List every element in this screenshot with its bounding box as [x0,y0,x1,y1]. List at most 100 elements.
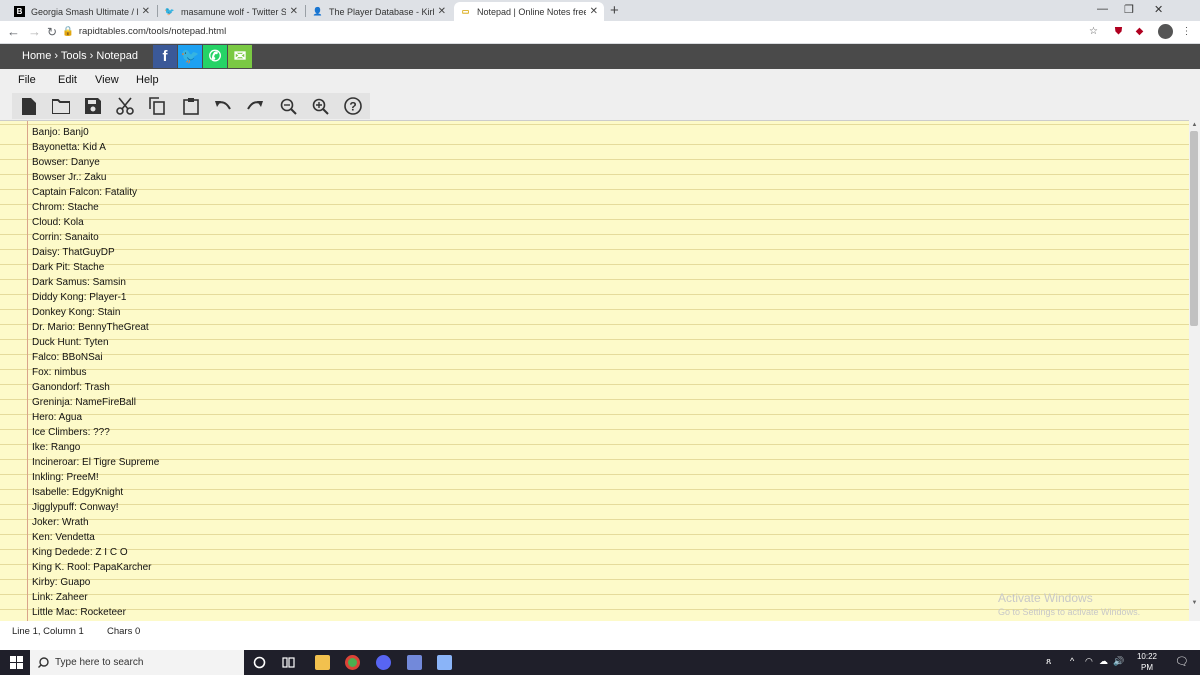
editor-line: King Dedede: Z I C O [32,547,128,558]
editor-line: Bowser: Danye [32,157,100,168]
editor-line: Greninja: NameFireBall [32,397,136,408]
lock-icon: 🔒 [62,26,74,37]
scroll-up-arrow-icon[interactable]: ▲ [1190,122,1199,128]
back-arrow-icon[interactable]: ← [7,25,20,39]
discord-icon[interactable] [407,655,422,670]
new-tab-button[interactable]: + [610,2,619,19]
twitter-share-icon[interactable]: 🐦 [178,45,202,68]
editor-line: King K. Rool: PapaKarcher [32,562,152,573]
window-close-button[interactable]: ✕ [1154,3,1163,16]
editor-line: Corrin: Sanaito [32,232,99,243]
editor-line: Falco: BBoNSai [32,352,103,363]
volume-icon[interactable]: 🔊 [1113,656,1124,667]
windows-taskbar: Type here to search ጸ ^ ◠ ☁ 🔊 10:22 PM 1… [0,650,1200,683]
paste-icon[interactable] [180,96,202,116]
menu-help[interactable]: Help [136,74,159,86]
editor-line: Ike: Rango [32,442,81,453]
watermark-title: Activate Windows [998,591,1093,605]
editor-line: Dark Pit: Stache [32,262,105,273]
taskbar-search[interactable]: Type here to search [30,650,244,675]
copy-icon[interactable] [146,96,168,116]
close-tab-icon[interactable]: ✕ [290,6,298,17]
editor-line: Isabelle: EdgyKnight [32,487,124,498]
menu-view[interactable]: View [95,74,119,86]
taskbar-clock[interactable]: 10:22 PM 1/2/2020 [1130,651,1164,684]
editor-line: Incineroar: El Tigre Supreme [32,457,160,468]
new-file-icon[interactable] [18,96,40,116]
editor-line: Ken: Vendetta [32,532,95,543]
save-icon[interactable] [82,96,104,116]
bracket-favicon-icon: B [14,6,25,17]
tab-title: Notepad | Online Notes free, no [477,6,586,17]
editor-line: Joker: Wrath [32,517,89,528]
svg-text:?: ? [349,100,356,114]
email-share-icon[interactable]: ✉ [228,45,252,68]
person-favicon-icon: 👤 [312,7,323,16]
network-icon[interactable]: ◠ [1085,656,1093,667]
restore-button[interactable]: ❐ [1124,3,1134,16]
url-field[interactable]: 🔒 rapidtables.com/tools/notepad.html [62,26,226,37]
chrome-icon[interactable] [345,655,360,670]
scroll-down-arrow-icon[interactable]: ▼ [1190,600,1199,606]
zoom-out-icon[interactable] [277,96,299,116]
editor-line: Little Mac: Rocketeer [32,607,126,618]
notes-app-icon[interactable] [437,655,452,670]
profile-avatar[interactable] [1158,24,1173,39]
search-placeholder: Type here to search [55,657,144,668]
cortana-icon[interactable] [253,656,266,669]
bookmark-star-icon[interactable]: ☆ [1087,25,1100,39]
extension-icon[interactable]: ◆ [1133,25,1146,39]
scrollbar-thumb[interactable] [1190,131,1198,326]
file-explorer-icon[interactable] [315,655,330,670]
editor-line: Ice Climbers: ??? [32,427,110,438]
char-count: Chars 0 [107,626,141,637]
shield-extension-icon[interactable]: ⛊ [1112,25,1125,39]
twitter-favicon-icon: 🐦 [164,7,175,16]
help-icon[interactable]: ? [342,96,364,116]
notifications-icon[interactable]: 🗨 [1175,655,1189,668]
margin-line [27,121,28,621]
tab-title: masamune wolf - Twitter Search [181,6,286,17]
clock-time: 10:22 PM [1136,652,1158,672]
watermark-subtitle: Go to Settings to activate Windows. [998,607,1141,617]
minimize-button[interactable]: — [1097,3,1108,15]
toolbar: ? [0,91,1200,120]
onedrive-icon[interactable]: ☁ [1099,656,1108,667]
facebook-share-icon[interactable]: f [153,45,177,68]
cursor-position: Line 1, Column 1 [12,626,84,637]
tab-title: Georgia Smash Ultimate / Rankin [31,6,138,17]
breadcrumb[interactable]: Home › Tools › Notepad [22,50,138,62]
editor-line: Donkey Kong: Stain [32,307,121,318]
windows-start-icon[interactable] [10,656,23,669]
tray-chevron-icon[interactable]: ^ [1070,656,1074,666]
people-icon[interactable]: ጸ [1046,656,1051,667]
notepad-editor[interactable]: Banjo: Banj0 Bayonetta: Kid A Bowser: Dany… [0,120,1189,621]
browser-tab[interactable]: 👤 The Player Database - KirbStomp ✕ [306,2,452,21]
editor-line: Banjo: Banj0 [32,127,89,138]
undo-icon[interactable] [212,96,234,116]
cut-icon[interactable] [114,96,136,116]
zoom-in-icon[interactable] [309,96,331,116]
menu-edit[interactable]: Edit [58,74,77,86]
editor-line: Jigglypuff: Conway! [32,502,119,513]
redo-icon[interactable] [244,96,266,116]
reload-icon[interactable]: ↻ [47,25,57,39]
browser-tab[interactable]: 🐦 masamune wolf - Twitter Search ✕ [158,2,304,21]
close-tab-icon[interactable]: ✕ [438,6,446,17]
close-tab-icon[interactable]: ✕ [590,6,598,17]
task-view-icon[interactable] [282,656,295,669]
browser-tab[interactable]: B Georgia Smash Ultimate / Rankin ✕ [8,2,156,21]
menu-file[interactable]: File [18,74,36,86]
open-folder-icon[interactable] [50,96,72,116]
whatsapp-share-icon[interactable]: ✆ [203,45,227,68]
browser-tab-active[interactable]: ▭ Notepad | Online Notes free, no ✕ [454,2,604,21]
editor-text: Banjo: Banj0 Bayonetta: Kid A Bowser: Dany… [32,125,159,620]
editor-line: Fox: nimbus [32,367,87,378]
editor-line: Daisy: ThatGuyDP [32,247,115,258]
globe-app-icon[interactable] [376,655,391,670]
forward-arrow-icon[interactable]: → [28,25,41,39]
close-tab-icon[interactable]: ✕ [142,6,150,17]
browser-menu-icon[interactable]: ⋮ [1180,25,1193,39]
activate-windows-watermark: Activate Windows Go to Settings to activ… [998,591,1140,617]
address-bar-row: ← → ↻ 🔒 rapidtables.com/tools/notepad.htm… [0,21,1200,44]
